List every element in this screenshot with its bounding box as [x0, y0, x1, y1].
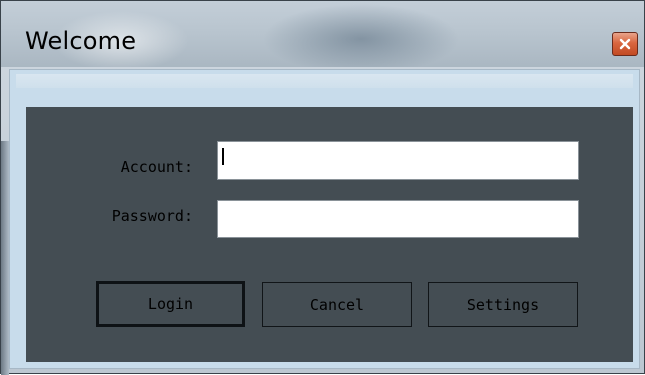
login-window: Welcome Account: Password: Login Cancel … [0, 0, 645, 375]
title-bar[interactable]: Welcome [1, 1, 644, 67]
window-left-edge [1, 141, 9, 375]
client-top-strip [16, 74, 633, 88]
cancel-button[interactable]: Cancel [262, 282, 412, 327]
text-caret [222, 148, 224, 165]
window-title: Welcome [25, 27, 137, 55]
account-label: Account: [120, 158, 193, 176]
password-input[interactable] [217, 200, 579, 238]
password-label: Password: [111, 207, 193, 225]
account-input[interactable] [217, 141, 579, 180]
login-button[interactable]: Login [96, 281, 245, 327]
settings-button[interactable]: Settings [428, 282, 578, 327]
close-button[interactable] [612, 32, 638, 56]
close-icon [619, 38, 631, 50]
